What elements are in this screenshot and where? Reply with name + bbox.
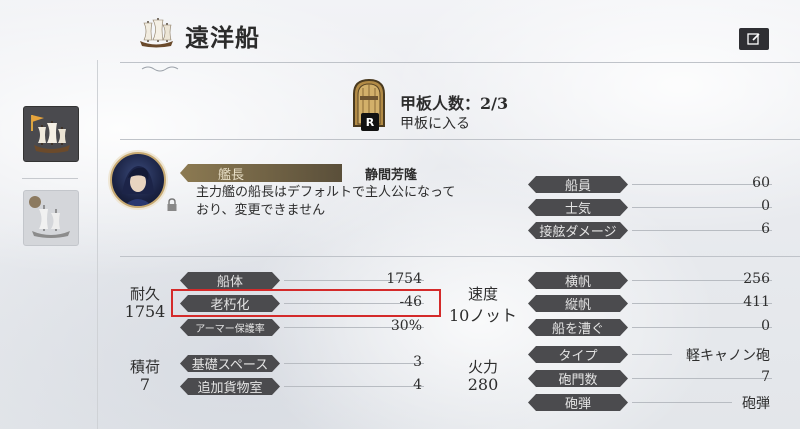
stat-row-armor: アーマー保護率 30%	[180, 318, 430, 336]
stat-value: 30%	[390, 318, 422, 334]
stat-label: 船員	[528, 176, 628, 193]
firepower-label: 火力	[467, 358, 498, 376]
cargo-value: 7	[139, 375, 151, 394]
stat-row-rowing: 船を漕ぐ 0	[528, 318, 778, 336]
enter-deck-link[interactable]: 甲板に入る	[400, 113, 470, 133]
stat-value: 0	[761, 318, 770, 334]
stat-label: 砲弾	[528, 394, 628, 411]
stat-track	[632, 207, 772, 208]
stat-label: タイプ	[528, 346, 628, 363]
stat-track	[632, 354, 672, 355]
sidebar-divider	[97, 60, 98, 429]
stat-label: 基礎スペース	[180, 355, 280, 372]
captain-label: 艦長	[180, 164, 342, 182]
stat-label: 砲門数	[528, 370, 628, 387]
divider-ornament	[140, 58, 180, 72]
stat-value: 6	[761, 221, 770, 237]
junk-ship-icon	[29, 196, 70, 238]
section-divider	[120, 256, 800, 257]
stat-row-ammo: 砲弾 砲弾	[528, 394, 778, 412]
stat-row-boarding-damage: 接舷ダメージ 6	[528, 221, 778, 239]
stat-row-base-space: 基礎スペース 3	[180, 354, 430, 372]
stat-row-crew: 船員 60	[528, 175, 778, 193]
page-title: 遠洋船	[185, 23, 260, 52]
stat-value: 4	[413, 377, 422, 393]
stat-row-morale: 士気 0	[528, 198, 778, 216]
firepower-value: 280	[467, 375, 499, 394]
stat-row-fore-aft-sail: 縦帆 411	[528, 294, 778, 312]
edit-button[interactable]	[739, 28, 769, 50]
stat-value: 0	[761, 198, 770, 214]
stat-label: 横帆	[528, 272, 628, 289]
stat-row-gun-ports: 砲門数 7	[528, 369, 778, 387]
stat-label: 船を漕ぐ	[528, 319, 628, 336]
stat-value: 砲弾	[742, 396, 770, 412]
lock-icon	[166, 197, 178, 211]
cargo-label: 積荷	[129, 358, 160, 376]
stat-row-hull: 船体 1754	[180, 271, 430, 289]
stat-label: 追加貨物室	[180, 378, 280, 395]
durability-label: 耐久	[129, 285, 160, 303]
speed-value: 10ノット	[448, 306, 518, 325]
sidebar-ship-secondary[interactable]	[23, 190, 79, 246]
captain-description-line1: 主力艦の船長はデフォルトで主人公になって	[196, 185, 456, 200]
stat-track	[632, 327, 772, 328]
captain-avatar[interactable]	[110, 152, 166, 208]
stat-value: 411	[743, 294, 770, 310]
key-hint: R	[361, 113, 379, 131]
stat-track	[632, 378, 772, 379]
stat-track	[632, 230, 772, 231]
stat-track	[284, 386, 424, 387]
captain-description-line2: おり、変更できません	[196, 203, 326, 218]
edit-icon	[747, 33, 760, 45]
durability-value: 1754	[124, 302, 166, 321]
stat-value: 60	[752, 175, 770, 191]
stat-label: アーマー保護率	[180, 319, 280, 336]
deck-crew-count: 甲板人数：2/3	[400, 94, 509, 113]
highlight-box	[171, 289, 441, 317]
sidebar-ship-main[interactable]	[23, 106, 79, 162]
stat-value: 軽キャノン砲	[686, 348, 770, 364]
stat-track	[632, 402, 732, 403]
stat-track	[284, 363, 424, 364]
stat-value: 256	[743, 271, 770, 287]
stat-value: 7	[761, 369, 770, 385]
header-divider	[120, 62, 800, 63]
stat-row-cannon-type: タイプ 軽キャノン砲	[528, 346, 778, 364]
stat-row-extra-hold: 追加貨物室 4	[180, 377, 430, 395]
captain-name: 静間芳隆	[365, 168, 418, 183]
stat-row-square-sail: 横帆 256	[528, 271, 778, 289]
sidebar-separator	[22, 178, 78, 179]
stat-value: 1754	[386, 271, 422, 287]
stat-value: 3	[413, 354, 422, 370]
stat-label: 縦帆	[528, 295, 628, 312]
stat-label: 接舷ダメージ	[528, 222, 628, 239]
captain-description: 主力艦の船長はデフォルトで主人公になって おり、変更できません	[196, 184, 476, 220]
speed-label: 速度	[467, 285, 498, 303]
stat-label: 士気	[528, 199, 628, 216]
ship-title-icon	[136, 15, 176, 49]
section-divider	[120, 139, 800, 140]
junk-ship-icon	[31, 115, 70, 153]
stat-label: 船体	[180, 272, 280, 289]
stat-track	[632, 184, 772, 185]
